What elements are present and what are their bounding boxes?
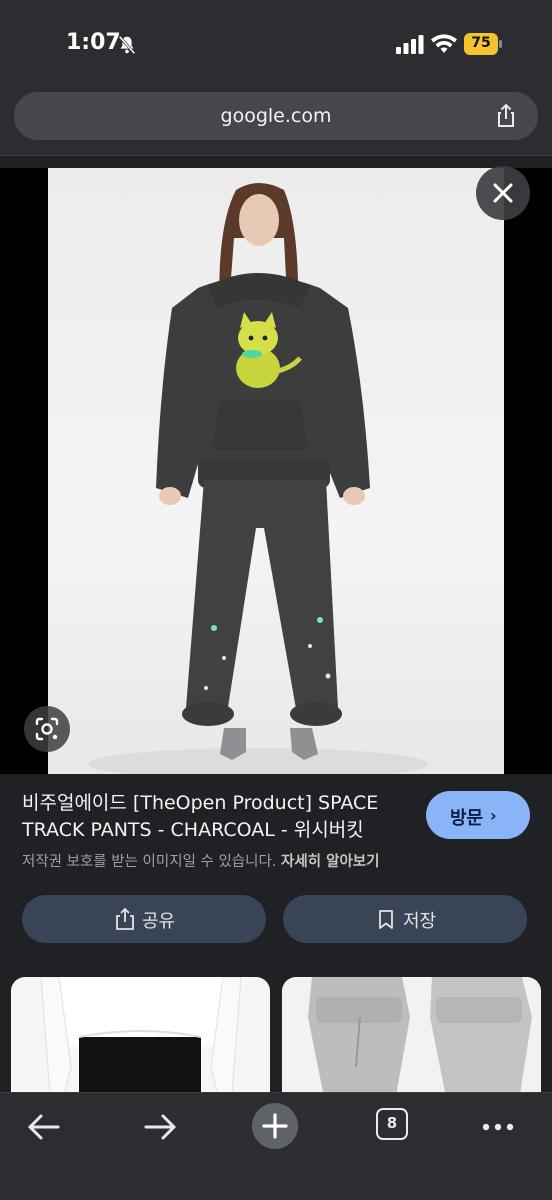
learn-more-link[interactable]: 자세히 알아보기 xyxy=(281,854,379,870)
url-text[interactable]: google.com xyxy=(14,105,538,127)
wifi-icon xyxy=(431,34,457,53)
back-arrow-icon[interactable] xyxy=(24,1107,64,1147)
plus-icon xyxy=(262,1113,288,1139)
related-image-thumbnail[interactable] xyxy=(11,977,270,1107)
more-options-icon[interactable] xyxy=(478,1107,518,1147)
close-icon[interactable] xyxy=(476,166,530,220)
status-time: 1:07 xyxy=(66,30,121,55)
bookmark-icon xyxy=(379,910,393,929)
forward-arrow-icon[interactable] xyxy=(140,1107,180,1147)
save-button[interactable]: 저장 xyxy=(283,895,527,943)
battery-level: 75 xyxy=(471,35,491,51)
related-image-2 xyxy=(308,977,532,1107)
copyright-notice: 저작권 보호를 받는 이미지일 수 있습니다. 자세히 알아보기 xyxy=(22,850,379,871)
copyright-text: 저작권 보호를 받는 이미지일 수 있습니다. xyxy=(22,854,277,870)
status-bar: 1:07 75 xyxy=(0,0,552,86)
visit-button[interactable]: 방문 › xyxy=(426,791,530,839)
browser-top-bar: google.com xyxy=(0,86,552,156)
close-button[interactable] xyxy=(476,166,530,220)
tab-switcher-button[interactable]: 8 xyxy=(376,1108,408,1140)
image-viewer[interactable] xyxy=(0,168,552,774)
cellular-signal-icon xyxy=(396,35,424,54)
share-button[interactable]: 공유 xyxy=(22,895,266,943)
google-lens-icon[interactable] xyxy=(24,706,70,752)
image-title[interactable]: 비주얼에이드 [TheOpen Product] SPACE TRACK PAN… xyxy=(22,790,402,844)
model-illustration xyxy=(88,183,428,774)
battery-icon: 75 xyxy=(464,33,504,55)
bell-slash-icon xyxy=(118,35,136,55)
chevron-right-icon: › xyxy=(490,806,497,825)
related-image-1 xyxy=(40,977,242,1107)
new-tab-button[interactable] xyxy=(252,1103,298,1149)
address-bar[interactable]: google.com xyxy=(14,92,538,140)
related-image-thumbnail[interactable] xyxy=(282,977,541,1107)
visit-label: 방문 xyxy=(450,808,484,829)
share-icon[interactable] xyxy=(492,102,520,130)
product-photo[interactable] xyxy=(48,168,504,774)
save-label: 저장 xyxy=(403,911,437,932)
google-lens-button[interactable] xyxy=(24,706,70,752)
browser-bottom-toolbar: 8 xyxy=(0,1092,552,1200)
share-icon xyxy=(116,907,134,930)
share-label: 공유 xyxy=(142,911,176,932)
